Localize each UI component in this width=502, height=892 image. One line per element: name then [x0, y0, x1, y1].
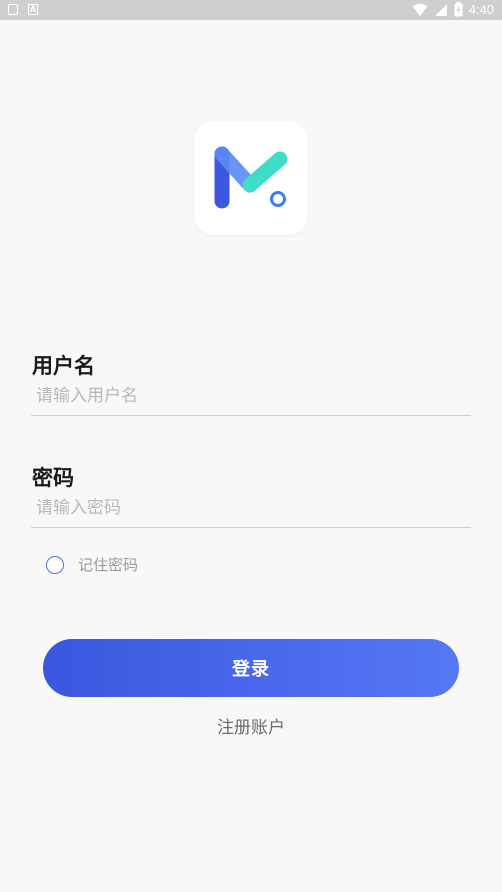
password-input[interactable] [31, 488, 471, 528]
login-screen: A 4:40 用户名 密码 记住密码 [0, 0, 502, 892]
remember-label: 记住密码 [78, 556, 139, 574]
battery-icon [454, 2, 463, 17]
remember-password[interactable]: 记住密码 [46, 554, 138, 575]
m-logo-icon [214, 146, 288, 209]
wifi-icon [412, 3, 428, 16]
a-icon: A [28, 4, 38, 15]
remember-radio[interactable] [46, 555, 64, 574]
status-left: A [8, 4, 38, 15]
app-logo [194, 121, 308, 235]
login-button[interactable]: 登录 [43, 639, 459, 697]
status-bar: A 4:40 [0, 0, 502, 20]
signal-icon [434, 3, 447, 16]
register-link[interactable]: 注册账户 [0, 713, 502, 738]
notification-icon [8, 4, 18, 15]
username-input[interactable] [31, 376, 471, 416]
status-time: 4:40 [468, 2, 494, 17]
status-right: 4:40 [412, 2, 494, 17]
